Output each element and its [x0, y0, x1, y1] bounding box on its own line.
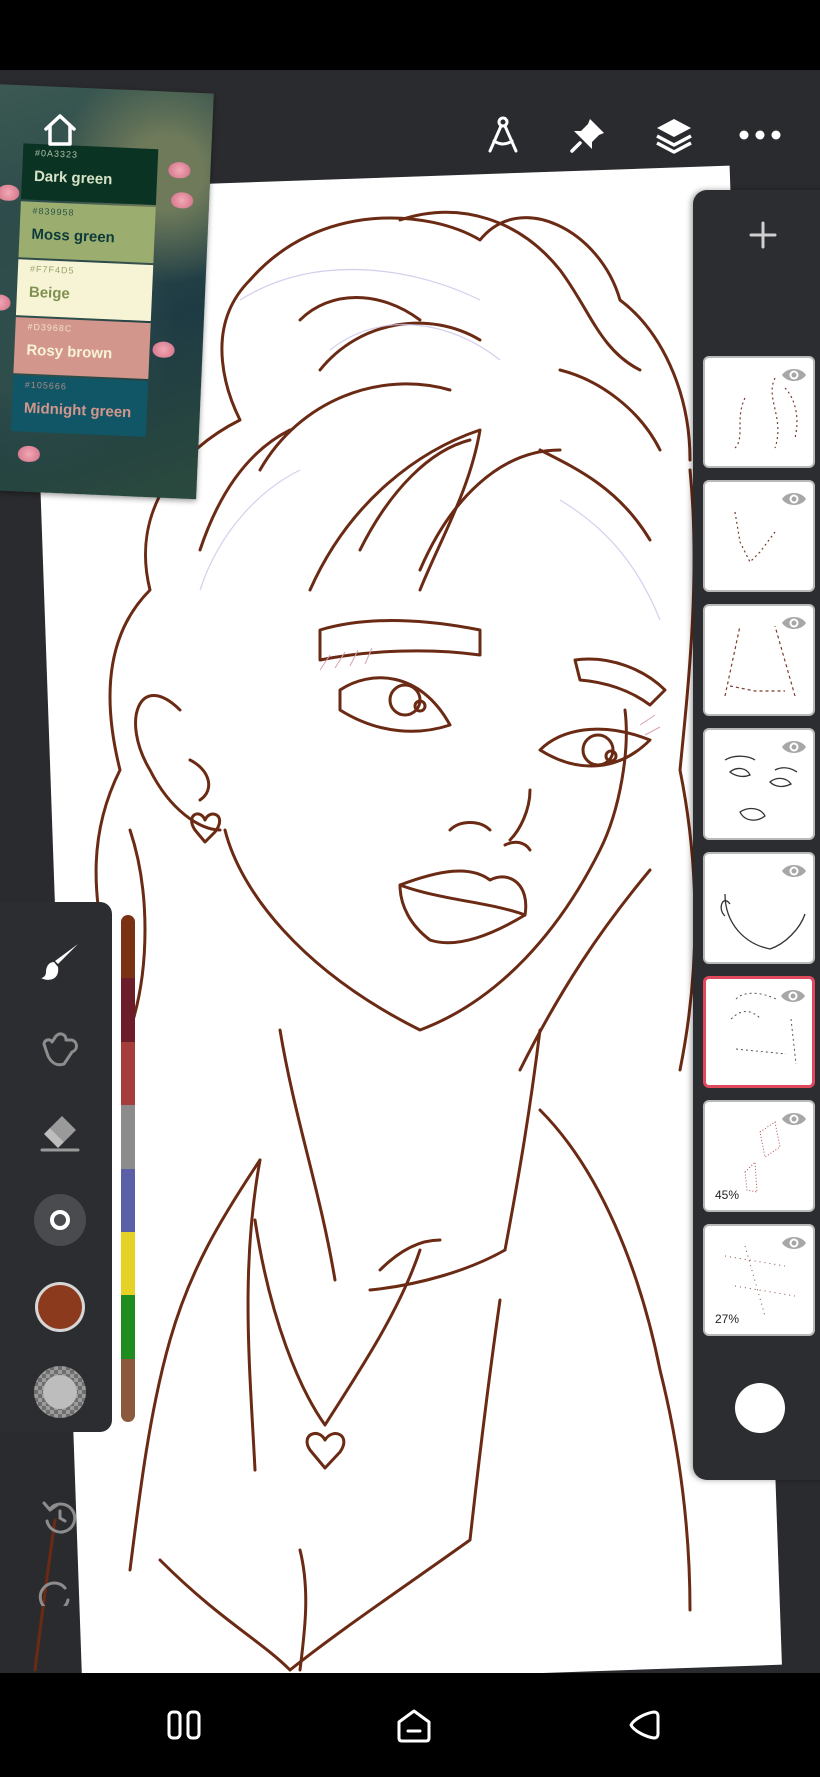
swatch-dark-green: #0A3323 Dark green	[20, 143, 159, 206]
tools-panel	[0, 902, 112, 1432]
layer-color-button[interactable]	[735, 1383, 785, 1433]
swatch-rosy-brown: #D3968C Rosy brown	[13, 317, 151, 380]
visibility-eye-icon[interactable]	[780, 862, 808, 885]
back-button[interactable]	[614, 1703, 674, 1747]
layer-thumbnail[interactable]	[703, 356, 815, 468]
smudge-tool[interactable]	[30, 1018, 90, 1078]
visibility-eye-icon[interactable]	[780, 1234, 808, 1257]
palette-color-5[interactable]	[121, 1231, 135, 1296]
lotus-flower	[152, 341, 175, 359]
swatch-midnight-green: #105666 Midnight green	[10, 375, 149, 437]
opacity-icon	[34, 1366, 86, 1418]
visibility-eye-icon[interactable]	[780, 738, 808, 761]
recent-apps-icon	[167, 1710, 201, 1740]
eraser-tool[interactable]	[30, 1102, 90, 1162]
layer-thumbnail-selected[interactable]	[703, 976, 815, 1088]
current-color-button[interactable]	[30, 1277, 90, 1337]
lotus-flower	[17, 445, 41, 463]
plus-icon	[749, 221, 777, 249]
visibility-eye-icon[interactable]	[780, 366, 808, 389]
add-layer-button[interactable]	[733, 210, 793, 260]
lotus-flower	[0, 293, 11, 311]
swatch-name: Rosy brown	[26, 341, 113, 363]
palette-color-4[interactable]	[121, 1168, 135, 1232]
home-nav-icon	[397, 1709, 431, 1743]
layer-opacity-label: 45%	[715, 1188, 740, 1202]
system-navigation-bar	[0, 1673, 820, 1777]
swatch-name: Beige	[28, 283, 71, 303]
more-options-button[interactable]	[735, 110, 785, 160]
swatch-name: Moss green	[31, 225, 116, 247]
swatch-name: Midnight green	[23, 399, 132, 422]
swatch-hex: #F7F4D5	[29, 263, 75, 276]
layer-thumbnail[interactable]	[703, 728, 815, 840]
eraser-icon	[40, 1116, 80, 1152]
color-palette-strip[interactable]	[121, 915, 135, 1422]
brush-size-icon	[34, 1194, 86, 1246]
visibility-eye-icon[interactable]	[780, 490, 808, 513]
swatch-hex: #839958	[32, 205, 75, 218]
palette-color-3[interactable]	[121, 1105, 135, 1169]
layer-thumbnail[interactable]	[703, 852, 815, 964]
lotus-flower	[168, 161, 191, 179]
layers-panel: 45% 27%	[693, 190, 820, 1480]
pin-icon	[570, 119, 604, 153]
pin-button[interactable]	[563, 110, 613, 160]
layers-icon	[656, 119, 692, 154]
swatch-hex: #D3968C	[27, 321, 73, 334]
layer-thumbnail[interactable]: 27%	[703, 1224, 815, 1336]
visibility-eye-icon[interactable]	[780, 614, 808, 637]
swatch-beige: #F7F4D5 Beige	[15, 259, 154, 322]
opacity-control[interactable]	[30, 1362, 90, 1422]
layer-thumbnail[interactable]	[703, 604, 815, 716]
redo-icon	[38, 1581, 70, 1606]
layer-thumbnail[interactable]: 45%	[703, 1100, 815, 1212]
palette-color-0[interactable]	[121, 915, 135, 979]
color-swatch-icon	[35, 1282, 85, 1332]
back-icon	[629, 1710, 660, 1740]
undo-icon	[42, 1501, 77, 1534]
swatch-name: Dark green	[33, 167, 113, 189]
brush-icon	[41, 944, 78, 980]
brush-tool[interactable]	[30, 932, 90, 992]
layer-opacity-label: 27%	[715, 1312, 740, 1326]
redo-button[interactable]	[35, 1576, 85, 1606]
layer-thumbnail[interactable]	[703, 480, 815, 592]
ruler-compass-button[interactable]	[478, 110, 528, 160]
layers-button[interactable]	[649, 110, 699, 160]
reference-palette-image[interactable]: #0A3323 Dark green #839958 Moss green #F…	[0, 84, 214, 500]
smudge-icon	[42, 1032, 78, 1067]
visibility-eye-icon[interactable]	[780, 1110, 808, 1133]
palette-color-6[interactable]	[121, 1295, 135, 1359]
lotus-flower	[0, 184, 20, 202]
home-icon	[44, 114, 76, 146]
more-icon	[739, 130, 781, 140]
home-nav-button[interactable]	[384, 1703, 444, 1747]
home-button[interactable]	[40, 110, 80, 150]
palette-color-7[interactable]	[121, 1358, 135, 1422]
swatch-hex: #105666	[24, 379, 68, 392]
compass-icon	[488, 116, 518, 153]
palette-color-2[interactable]	[121, 1041, 135, 1106]
brush-size-control[interactable]	[30, 1190, 90, 1250]
recent-apps-button[interactable]	[154, 1703, 214, 1747]
drawing-app: #0A3323 Dark green #839958 Moss green #F…	[0, 70, 820, 1673]
palette-color-1[interactable]	[121, 978, 135, 1042]
lotus-flower	[170, 191, 194, 209]
swatch-moss-green: #839958 Moss green	[18, 201, 156, 264]
visibility-eye-icon[interactable]	[779, 987, 807, 1010]
undo-button[interactable]	[35, 1492, 85, 1542]
